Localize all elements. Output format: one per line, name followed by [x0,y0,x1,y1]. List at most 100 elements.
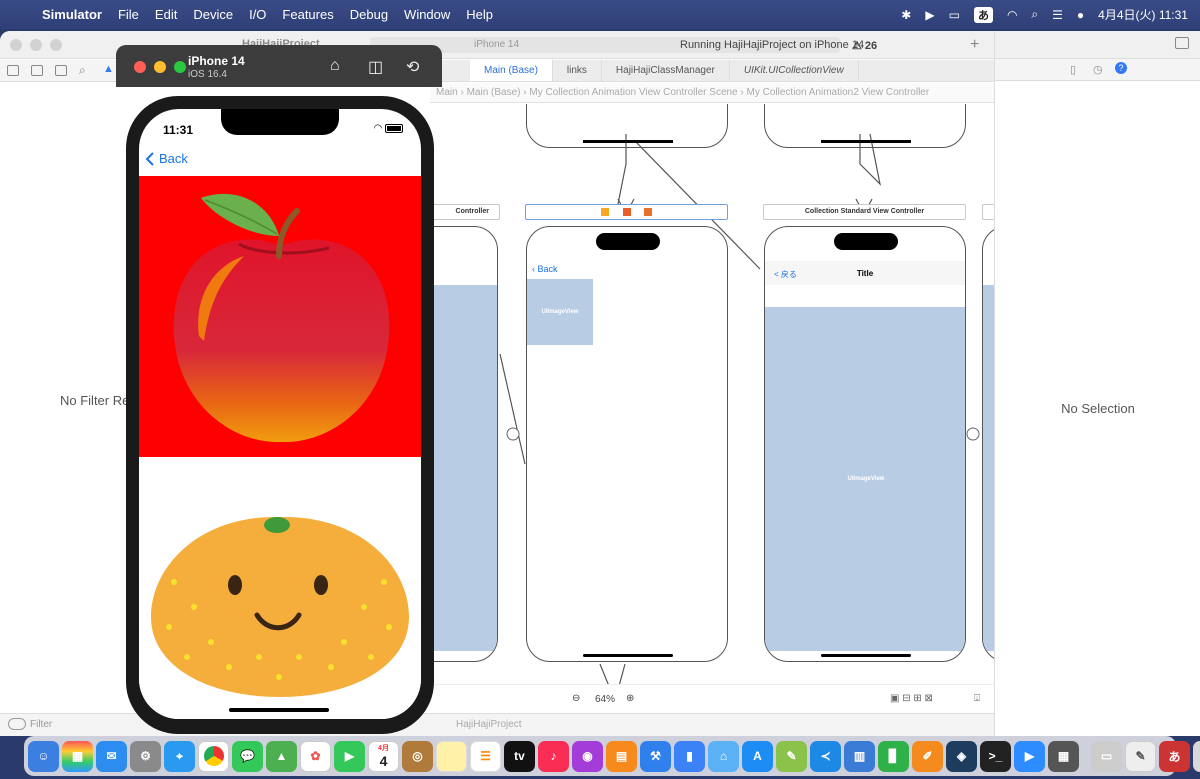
control-center-icon[interactable]: ☰ [1052,8,1063,22]
symbol-icon[interactable] [55,65,67,76]
collection-cell-orange[interactable] [139,457,421,719]
scene2-back-button[interactable]: ‹ Back [532,264,558,274]
preview-window-icon[interactable]: ▭ [1091,740,1122,772]
podcasts-icon[interactable]: ◉ [572,740,603,772]
issue-icon[interactable]: ▲ [103,63,114,75]
menu-file[interactable]: File [110,7,147,22]
scene1-title-bar[interactable]: Controller [430,204,500,220]
safari-icon[interactable]: ⌖ [164,740,195,772]
vscode-icon[interactable]: ≺ [810,740,841,772]
iphone-screen[interactable]: 11:31 ◠ Back [139,109,421,719]
bluetooth-icon[interactable]: ✱ [901,8,911,22]
tab-links[interactable]: links [553,60,602,81]
input-method-badge[interactable]: あ [973,6,993,23]
keynote-icon[interactable]: ▥ [844,740,875,772]
scene2-image-view[interactable]: UIImageView [527,279,593,345]
zoom-out-icon[interactable]: ⊖ [572,693,580,704]
menu-device[interactable]: Device [185,7,241,22]
launchpad-icon[interactable]: ▦ [62,740,93,772]
back-button[interactable]: Back [145,151,188,166]
calculator-icon[interactable]: ▦ [1048,740,1079,772]
play-icon[interactable]: ▶ [925,8,934,22]
exit-icon[interactable] [644,208,653,216]
scene-top-partial[interactable] [526,104,728,148]
history-inspector-icon[interactable]: ◷ [1093,63,1103,76]
wifi-icon[interactable]: ◠ [1007,8,1017,22]
menu-clock[interactable]: 4月4日(火) 11:31 [1098,6,1188,23]
chrome-icon[interactable] [198,740,229,772]
find-icon[interactable]: ⌕ [79,63,86,78]
scene3-image-view[interactable]: UIImageView [765,307,965,651]
pages-icon[interactable]: ✐ [912,740,943,772]
facetime-icon[interactable]: ▶ [334,740,365,772]
mail-icon[interactable]: ✉ [96,740,127,772]
network-utility-icon[interactable]: ⌂ [708,740,739,772]
system-settings-icon[interactable]: ⚙ [130,740,161,772]
books-icon[interactable]: ▤ [606,740,637,772]
calendar-icon[interactable]: 4月 4 [368,740,399,772]
scene4-phone[interactable] [982,226,994,662]
menu-debug[interactable]: Debug [342,7,396,22]
zoom-button[interactable] [50,39,62,51]
warning-count[interactable]: ⚠ 26 [852,39,877,52]
battery-icon[interactable]: ▭ [949,8,960,22]
rotate-icon[interactable]: ⟲ [406,57,419,77]
tab-class-manager[interactable]: HajiHajiClassManager [602,60,730,81]
reminders-icon[interactable]: ☰ [470,740,501,772]
jumpbar-main[interactable]: Main [436,87,458,98]
view-controller-icon[interactable] [600,208,609,216]
terminal-icon[interactable]: >_ [980,740,1011,772]
help-inspector-icon[interactable]: ? [1115,62,1127,74]
file-inspector-icon[interactable]: ▯ [1070,63,1076,76]
zoom-in-icon[interactable]: ⊕ [626,693,634,704]
close-button[interactable] [10,39,22,51]
menu-features[interactable]: Features [274,7,341,22]
scene3-phone[interactable]: < 戻る Title UIImageView [764,226,966,662]
layout-tools-icons[interactable]: ▣ ⊟ ⊞ ⊠ [890,693,933,704]
menu-io[interactable]: I/O [241,7,274,22]
filter-input[interactable]: Filter [30,719,52,730]
scene2-phone[interactable]: ‹ Back UIImageView [526,226,728,662]
maps-icon[interactable]: ▲ [266,740,297,772]
menu-app-name[interactable]: Simulator [42,7,110,22]
photos-icon[interactable]: ✿ [300,740,331,772]
tab-main-base[interactable]: Main (Base) [470,60,553,81]
source-control-icon[interactable] [31,65,43,76]
folder-icon[interactable] [7,65,19,76]
embed-icon[interactable]: ⍗ [974,693,980,704]
numbers-icon[interactable]: ▊ [878,740,909,772]
notes-icon[interactable] [436,740,467,772]
scene-top-partial-right[interactable] [764,104,966,148]
xcode-icon[interactable]: ⚒ [640,740,671,772]
scene1-phone[interactable] [430,226,498,662]
trash-icon[interactable]: 🗑 [1193,740,1200,772]
sim-close-button[interactable] [134,61,146,73]
scene4-image-view[interactable] [983,285,994,651]
simulator-icon[interactable]: ▮ [674,740,705,772]
menu-window[interactable]: Window [396,7,458,22]
jumpbar-scene[interactable]: My Collection Animation View Controller … [529,87,737,98]
home-icon[interactable]: ⌂ [330,57,340,75]
sim-minimize-button[interactable] [154,61,166,73]
jumpbar-controller[interactable]: My Collection Animation2 View Controller [747,87,930,98]
menu-help[interactable]: Help [458,7,501,22]
minimize-button[interactable] [30,39,42,51]
contacts-icon[interactable]: ◎ [402,740,433,772]
collection-cell-apple[interactable] [139,176,421,457]
scene4-title-bar[interactable] [982,204,994,220]
music-icon[interactable]: ♪ [538,740,569,772]
siri-icon[interactable]: ● [1077,8,1084,22]
scene3-title-bar[interactable]: Collection Standard View Controller [763,204,966,220]
spotlight-icon[interactable]: ⌕ [1031,7,1038,22]
screenshot-icon[interactable]: ◫ [368,57,383,77]
toggle-inspector-icon[interactable] [1175,37,1189,49]
dictionary-icon[interactable]: あ [1159,740,1190,772]
sim-zoom-button[interactable] [174,61,186,73]
textedit-icon[interactable]: ✎ [1125,740,1156,772]
jumpbar-main-base[interactable]: Main (Base) [467,87,521,98]
menu-edit[interactable]: Edit [147,7,185,22]
filter-icon[interactable] [8,718,26,730]
first-responder-icon[interactable] [622,208,631,216]
script-editor-icon[interactable]: ✎ [776,740,807,772]
scene2-title-bar[interactable] [525,204,728,220]
